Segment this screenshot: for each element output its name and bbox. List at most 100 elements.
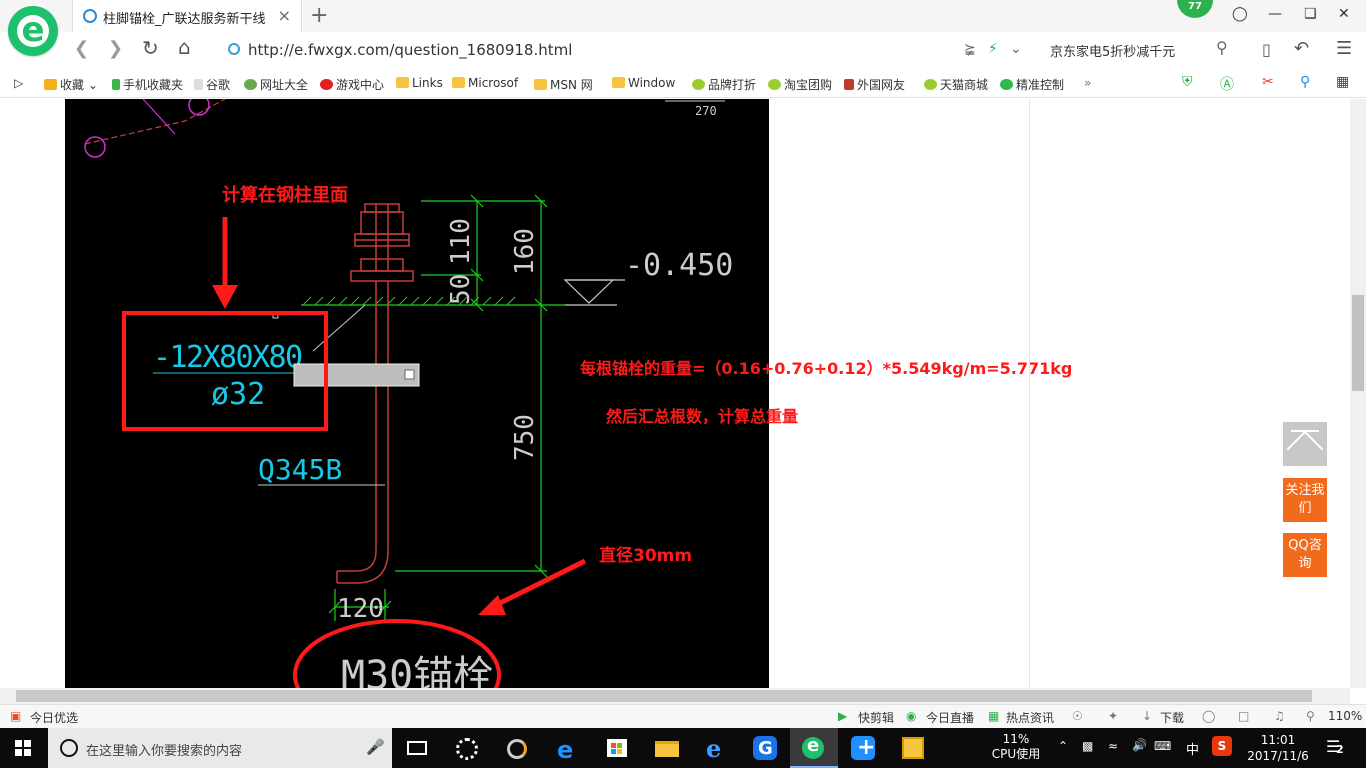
bookmark-5[interactable]: Links (396, 76, 443, 90)
keyboard-icon[interactable]: ⌨ (1154, 739, 1171, 753)
file-explorer-icon[interactable] (652, 734, 682, 762)
download-arrow-icon: ↓ (1142, 709, 1153, 723)
action-center-button[interactable]: ☰ 2 (1322, 737, 1350, 759)
pin-icon[interactable]: ✦ (1108, 709, 1118, 723)
taskbar-search-input[interactable]: 在这里输入你要搜索的内容 🎤 (48, 728, 392, 768)
zoom-level[interactable]: 110% (1328, 709, 1362, 723)
bookmark-2[interactable]: 谷歌 (194, 76, 230, 93)
tab-close-icon[interactable]: × (278, 6, 291, 25)
more-bookmarks-icon[interactable]: » (1084, 76, 1091, 90)
refresh-icon[interactable]: ↻ (142, 36, 159, 60)
people-icon[interactable]: ▩ (1082, 739, 1093, 753)
sogou-browser-icon[interactable]: G (750, 734, 780, 762)
today-live-link[interactable]: 今日直播 (926, 709, 974, 726)
notes-app-icon[interactable] (898, 734, 928, 762)
bookmark-7[interactable]: MSN 网 (534, 76, 593, 93)
hot-news-link[interactable]: 热点资讯 (1006, 709, 1054, 726)
wifi-icon[interactable]: ≈ (1108, 739, 1118, 753)
tab-title: 柱脚锚栓_广联达服务新干线 (103, 12, 266, 27)
bookmark-11[interactable]: 外国网友 (844, 76, 905, 93)
minimize-button[interactable]: — (1268, 6, 1282, 22)
plus-app-icon[interactable]: + (848, 734, 878, 762)
downloads-link[interactable]: 下载 (1160, 709, 1184, 726)
notification-badge[interactable]: 77 (1177, 0, 1213, 18)
bookmark-4[interactable]: 游戏中心 (320, 76, 384, 93)
follow-us-button[interactable]: 关注我们 (1283, 478, 1327, 522)
scissors-icon[interactable]: ✂ (1262, 74, 1274, 90)
bookmark-9[interactable]: 品牌打折 (692, 76, 756, 93)
menu-icon[interactable]: ☰ (1336, 38, 1352, 59)
folder-icon (452, 77, 465, 88)
vertical-scroll-thumb[interactable] (1352, 295, 1364, 391)
zoom-search-icon[interactable]: ⚲ (1300, 74, 1310, 90)
sound-icon[interactable]: ♫ (1274, 709, 1285, 723)
windows-start-icon[interactable] (15, 740, 31, 756)
qq-consult-button[interactable]: QQ咨询 (1283, 533, 1327, 577)
new-tab-button[interactable]: + (310, 3, 328, 28)
tab-bar: e 柱脚锚栓_广联达服务新干线 × + 77 ◯ — ❏ ✕ (0, 0, 1366, 56)
shield-icon[interactable]: ⛨ (1182, 74, 1193, 90)
bookmark-12[interactable]: 天猫商城 (924, 76, 988, 93)
swirl-app-icon[interactable] (502, 734, 532, 762)
apps-grid-icon[interactable]: ▦ (1336, 74, 1349, 90)
sidebar-toggle-icon[interactable]: ▷ (14, 76, 23, 90)
edge-icon[interactable]: e (554, 734, 584, 764)
zoom-icon: ⚲ (1306, 709, 1315, 723)
microphone-icon[interactable]: 🎤 (366, 738, 385, 756)
site-favicon-icon (83, 9, 97, 23)
undo-icon[interactable]: ↶ (1294, 38, 1309, 59)
bookmark-10[interactable]: 淘宝团购 (768, 76, 832, 93)
close-window-button[interactable]: ✕ (1338, 6, 1350, 22)
bookmark-13[interactable]: 精准控制 (1000, 76, 1064, 93)
horizontal-scrollbar[interactable] (0, 688, 1350, 704)
search-promo-text[interactable]: 京东家电5折秒减千元 (1050, 41, 1175, 60)
bookmark-3[interactable]: 网址大全 (244, 76, 308, 93)
cpu-usage[interactable]: 11% CPU使用 (990, 732, 1042, 762)
shirt-skin-icon[interactable]: ◯ (1232, 6, 1248, 22)
active-browser-task[interactable]: e (790, 728, 838, 768)
url-text: http://e.fwxgx.com/question_1680918.html (248, 41, 573, 59)
annotation-inside-column: 计算在钢柱里面 (222, 185, 348, 206)
forward-icon[interactable]: ❯ (108, 38, 123, 59)
leaf-icon (768, 79, 781, 90)
bookmarks-bar: ▷ 收藏 ⌄ 手机收藏夹 谷歌 网址大全 游戏中心 Links Microsof… (0, 68, 1366, 98)
site-info-icon[interactable] (228, 43, 240, 55)
tray-expand-icon[interactable]: ⌃ (1058, 739, 1068, 753)
game-icon (320, 79, 333, 90)
restore-button[interactable]: ❏ (1304, 6, 1317, 22)
translate-icon[interactable]: Ⓐ (1220, 74, 1234, 94)
horizontal-scroll-thumb[interactable] (16, 690, 1312, 702)
dropdown-chevron-icon[interactable]: ⌄ (1010, 41, 1022, 57)
store-icon[interactable] (602, 734, 632, 762)
volume-icon[interactable]: 🔊 (1132, 738, 1147, 752)
search-icon[interactable]: ⚲ (1216, 38, 1228, 57)
browser-logo-icon[interactable]: e (8, 6, 58, 56)
notification-count: 2 (1336, 743, 1344, 756)
folder-icon (612, 77, 625, 88)
bookmark-6[interactable]: Microsof (452, 76, 518, 90)
window-icon[interactable]: □ (1238, 709, 1249, 723)
clock[interactable]: 11:01 2017/11/6 (1240, 732, 1316, 764)
bookmark-1[interactable]: 手机收藏夹 (112, 76, 183, 93)
mobile-icon[interactable]: ▯ (1262, 40, 1271, 59)
speed-icon[interactable]: ☉ (1072, 709, 1083, 723)
status-bar: ▣ 今日优选 ▶ 快剪辑 ◉ 今日直播 ▦ 热点资讯 ☉ ✦ ↓ 下载 ◯ □ … (0, 704, 1366, 728)
back-to-top-button[interactable] (1283, 422, 1327, 468)
bookmark-8[interactable]: Window (612, 76, 675, 90)
ime-indicator[interactable]: 中 (1186, 739, 1199, 758)
ie-mode-icon[interactable]: ◯ (1202, 709, 1215, 723)
task-view-icon[interactable] (402, 734, 432, 762)
tab-active[interactable]: 柱脚锚栓_广联达服务新干线 × (72, 0, 302, 32)
back-icon[interactable]: ❮ (74, 38, 89, 59)
home-icon[interactable]: ⌂ (178, 35, 191, 59)
lightning-icon[interactable]: ⚡ (988, 41, 998, 57)
today-picks-link[interactable]: 今日优选 (30, 709, 78, 726)
fan-app-icon[interactable] (452, 734, 482, 762)
share-icon[interactable]: ⪶ (964, 41, 976, 57)
url-field[interactable]: http://e.fwxgx.com/question_1680918.html… (222, 37, 1022, 63)
sogou-ime-icon[interactable]: S (1212, 736, 1232, 756)
bookmark-0[interactable]: 收藏 ⌄ (44, 76, 98, 93)
vertical-scrollbar[interactable] (1350, 99, 1366, 688)
quick-clip-link[interactable]: 快剪辑 (858, 709, 894, 726)
ie-icon[interactable]: e (702, 734, 732, 763)
